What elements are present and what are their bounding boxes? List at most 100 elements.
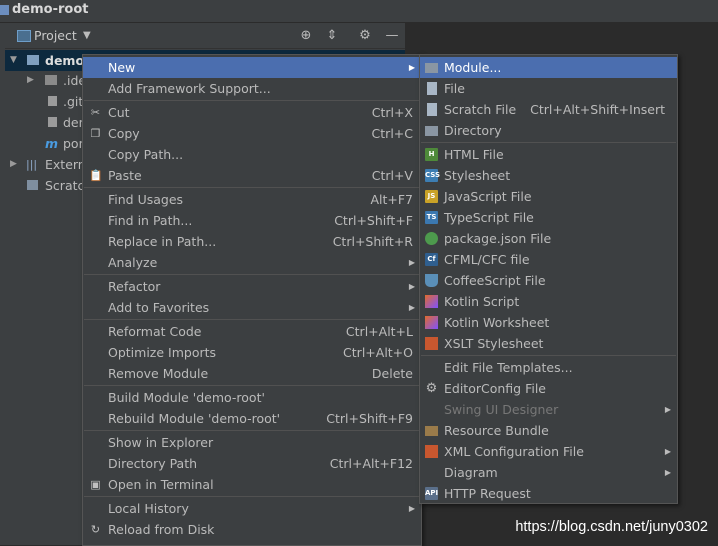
xslt-icon	[425, 337, 438, 350]
menu-separator	[84, 385, 420, 386]
menu-item-label: Find Usages	[108, 192, 184, 207]
new-menu-item-directory[interactable]: Directory	[420, 120, 677, 141]
new-menu-item-kotlin-script[interactable]: Kotlin Script	[420, 291, 677, 312]
menu-item-label: Module...	[444, 60, 502, 75]
context-menu-item-local-history[interactable]: Local History ▶	[83, 498, 421, 519]
menu-item-label: Kotlin Worksheet	[444, 315, 550, 330]
context-menu-item-copy-path[interactable]: Copy Path...	[83, 144, 421, 165]
new-menu-item-http-request[interactable]: API HTTP Request	[420, 483, 677, 504]
project-view-selector[interactable]: Project	[34, 28, 77, 43]
scratches-icon	[27, 180, 38, 190]
cfml-icon: Cf	[425, 253, 438, 266]
new-menu-item-resource-bundle[interactable]: Resource Bundle	[420, 420, 677, 441]
menu-item-label: Analyze	[108, 255, 158, 270]
menu-item-label: Cut	[108, 105, 130, 120]
menu-item-label: Resource Bundle	[444, 423, 549, 438]
menu-item-label: New	[108, 60, 136, 75]
context-menu-item-remove-module[interactable]: Remove Module Delete	[83, 363, 421, 384]
context-menu-item-reload-from-disk[interactable]: ↻ Reload from Disk	[83, 519, 421, 540]
coffeescript-icon	[425, 274, 438, 287]
menu-item-label: Kotlin Script	[444, 294, 520, 309]
new-menu-item-file[interactable]: File	[420, 78, 677, 99]
context-menu-item-copy[interactable]: ❐ Copy Ctrl+C	[83, 123, 421, 144]
menu-item-shortcut: Delete	[371, 366, 413, 381]
context-menu-item-refactor[interactable]: Refactor ▶	[83, 276, 421, 297]
menu-item-label: Copy	[108, 126, 140, 141]
new-menu-item-editorconfig-file[interactable]: ⚙ EditorConfig File	[420, 378, 677, 399]
menu-item-label: JavaScript File	[444, 189, 532, 204]
new-menu-item-coffeescript-file[interactable]: CoffeeScript File	[420, 270, 677, 291]
maven-icon: m	[45, 136, 59, 151]
copy-icon: ❐	[90, 127, 101, 140]
menu-item-label: Copy Path...	[108, 147, 184, 162]
new-menu-item-package-json-file[interactable]: package.json File	[420, 228, 677, 249]
menu-item-shortcut: Alt+F7	[370, 192, 413, 207]
reload-icon: ↻	[90, 523, 101, 536]
new-menu-item-cfml-cfc-file[interactable]: Cf CFML/CFC file	[420, 249, 677, 270]
new-menu-item-kotlin-worksheet[interactable]: Kotlin Worksheet	[420, 312, 677, 333]
chevron-down-icon[interactable]: ▼	[10, 50, 17, 71]
menu-item-label: Rebuild Module 'demo-root'	[108, 411, 281, 426]
project-panel-header: Project ▼ ⊕ ⇕ ⚙ —	[5, 24, 405, 49]
menu-item-shortcut: Ctrl+Alt+L	[345, 324, 413, 339]
menu-item-label: Swing UI Designer	[444, 402, 559, 417]
menu-item-label: TypeScript File	[444, 210, 534, 225]
new-menu-item-diagram[interactable]: Diagram ▶	[420, 462, 677, 483]
title-bar: demo-root	[0, 0, 718, 23]
new-menu-item-xslt-stylesheet[interactable]: XSLT Stylesheet	[420, 333, 677, 354]
kotlin-icon	[425, 316, 438, 329]
file-icon	[427, 82, 437, 95]
new-menu-item-xml-configuration-file[interactable]: XML Configuration File ▶	[420, 441, 677, 462]
new-menu-item-swing-ui-designer: Swing UI Designer ▶	[420, 399, 677, 420]
menu-item-label: Add Framework Support...	[108, 81, 271, 96]
new-menu-item-module[interactable]: Module...	[420, 57, 677, 78]
collapse-all-icon[interactable]: ⇕	[323, 27, 341, 45]
context-menu-item-new[interactable]: New ▶	[83, 57, 421, 78]
javascript-icon: JS	[425, 190, 438, 203]
menu-item-label: CoffeeScript File	[444, 273, 546, 288]
context-menu-item-paste[interactable]: 📋 Paste Ctrl+V	[83, 165, 421, 186]
context-menu-item-open-in-terminal[interactable]: ▣ Open in Terminal	[83, 474, 421, 495]
context-menu-item-analyze[interactable]: Analyze ▶	[83, 252, 421, 273]
menu-separator	[84, 100, 420, 101]
chevron-right-icon: ▶	[408, 282, 415, 291]
context-menu-item-reformat-code[interactable]: Reformat Code Ctrl+Alt+L	[83, 321, 421, 342]
kotlin-icon	[425, 295, 438, 308]
new-menu-item-typescript-file[interactable]: TS TypeScript File	[420, 207, 677, 228]
menu-item-label: XML Configuration File	[444, 444, 584, 459]
locate-icon[interactable]: ⊕	[297, 27, 315, 45]
context-menu-item-cut[interactable]: ✂ Cut Ctrl+X	[83, 102, 421, 123]
menu-item-shortcut: Ctrl+Alt+F12	[329, 456, 413, 471]
new-menu-item-javascript-file[interactable]: JS JavaScript File	[420, 186, 677, 207]
gear-icon[interactable]: ⚙	[356, 27, 374, 45]
context-menu-item-directory-path[interactable]: Directory Path Ctrl+Alt+F12	[83, 453, 421, 474]
chevron-right-icon[interactable]: ▶	[27, 70, 34, 91]
context-menu-item-add-framework-support[interactable]: Add Framework Support...	[83, 78, 421, 99]
new-menu-item-edit-file-templates[interactable]: Edit File Templates...	[420, 357, 677, 378]
chevron-right-icon[interactable]: ▶	[10, 154, 17, 175]
menu-item-label: Stylesheet	[444, 168, 511, 183]
new-menu-item-stylesheet[interactable]: CSS Stylesheet	[420, 165, 677, 186]
new-menu-item-html-file[interactable]: H HTML File	[420, 144, 677, 165]
context-menu-item-optimize-imports[interactable]: Optimize Imports Ctrl+Alt+O	[83, 342, 421, 363]
typescript-icon: TS	[425, 211, 438, 224]
xml-icon	[425, 445, 438, 458]
scratch-file-icon	[427, 103, 437, 116]
new-menu-item-scratch-file[interactable]: Scratch File Ctrl+Alt+Shift+Insert	[420, 99, 677, 120]
chevron-down-icon[interactable]: ▼	[83, 30, 91, 41]
context-menu-item-replace-in-path[interactable]: Replace in Path... Ctrl+Shift+R	[83, 231, 421, 252]
context-menu-item-show-in-explorer[interactable]: Show in Explorer	[83, 432, 421, 453]
paste-icon: 📋	[89, 169, 103, 182]
cut-icon: ✂	[90, 106, 101, 119]
context-menu-item-add-to-favorites[interactable]: Add to Favorites ▶	[83, 297, 421, 318]
hide-panel-icon[interactable]: —	[383, 27, 401, 45]
context-menu-item-find-in-path[interactable]: Find in Path... Ctrl+Shift+F	[83, 210, 421, 231]
menu-separator	[84, 319, 420, 320]
context-menu-item-find-usages[interactable]: Find Usages Alt+F7	[83, 189, 421, 210]
context-menu-item-build-module-demo-root[interactable]: Build Module 'demo-root'	[83, 387, 421, 408]
menu-item-shortcut: Ctrl+Shift+F9	[326, 411, 413, 426]
menu-item-label: Reload from Disk	[108, 522, 215, 537]
folder-icon	[425, 126, 438, 136]
npm-icon	[425, 232, 438, 245]
context-menu-item-rebuild-module-demo-root[interactable]: Rebuild Module 'demo-root' Ctrl+Shift+F9	[83, 408, 421, 429]
